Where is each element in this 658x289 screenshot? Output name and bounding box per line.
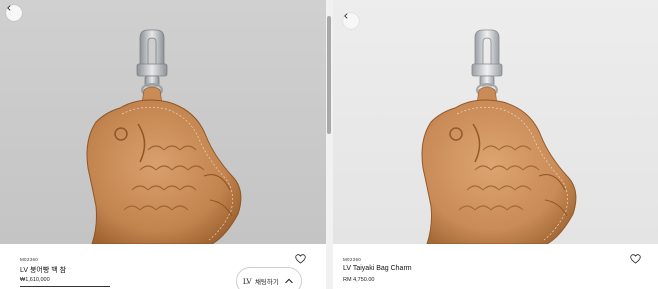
product-sku: M02360: [20, 257, 39, 262]
taiyaki-charm-illustration: [86, 29, 242, 244]
chat-label: 채팅하기: [254, 279, 279, 286]
scrollbar-thumb[interactable]: [327, 16, 331, 134]
back-button[interactable]: [343, 13, 359, 29]
product-name: LV 붕어빵 백 참: [20, 267, 67, 274]
product-image: [0, 0, 326, 244]
product-info: M02360 LV Taiyaki Bag Charm RM 4,750.00: [333, 244, 658, 289]
product-name: LV Taiyaki Bag Charm: [343, 265, 412, 272]
product-panel-malaysia: M02360 LV Taiyaki Bag Charm RM 4,750.00: [333, 0, 658, 289]
product-image: [333, 0, 658, 244]
heart-icon[interactable]: [295, 254, 306, 264]
chevron-left-icon: [344, 13, 348, 19]
lv-monogram-logo: LV: [243, 276, 252, 286]
heart-icon[interactable]: [630, 254, 641, 264]
product-price: RM 4,750.00: [343, 277, 375, 283]
comparison-view: M02360 LV 붕어빵 백 참 ₩1,610,000 LV 채팅하기 M02…: [0, 0, 658, 289]
chevron-up-icon: [285, 278, 293, 284]
taiyaki-charm-illustration: [421, 29, 577, 244]
add-to-bag-bar-edge: [20, 286, 110, 287]
back-button[interactable]: [6, 5, 22, 21]
product-price: ₩1,610,000: [20, 277, 50, 283]
product-sku: M02360: [343, 257, 362, 262]
chat-button[interactable]: LV 채팅하기: [236, 267, 302, 289]
chevron-left-icon: [7, 5, 11, 11]
product-panel-korean: M02360 LV 붕어빵 백 참 ₩1,610,000: [0, 0, 326, 289]
